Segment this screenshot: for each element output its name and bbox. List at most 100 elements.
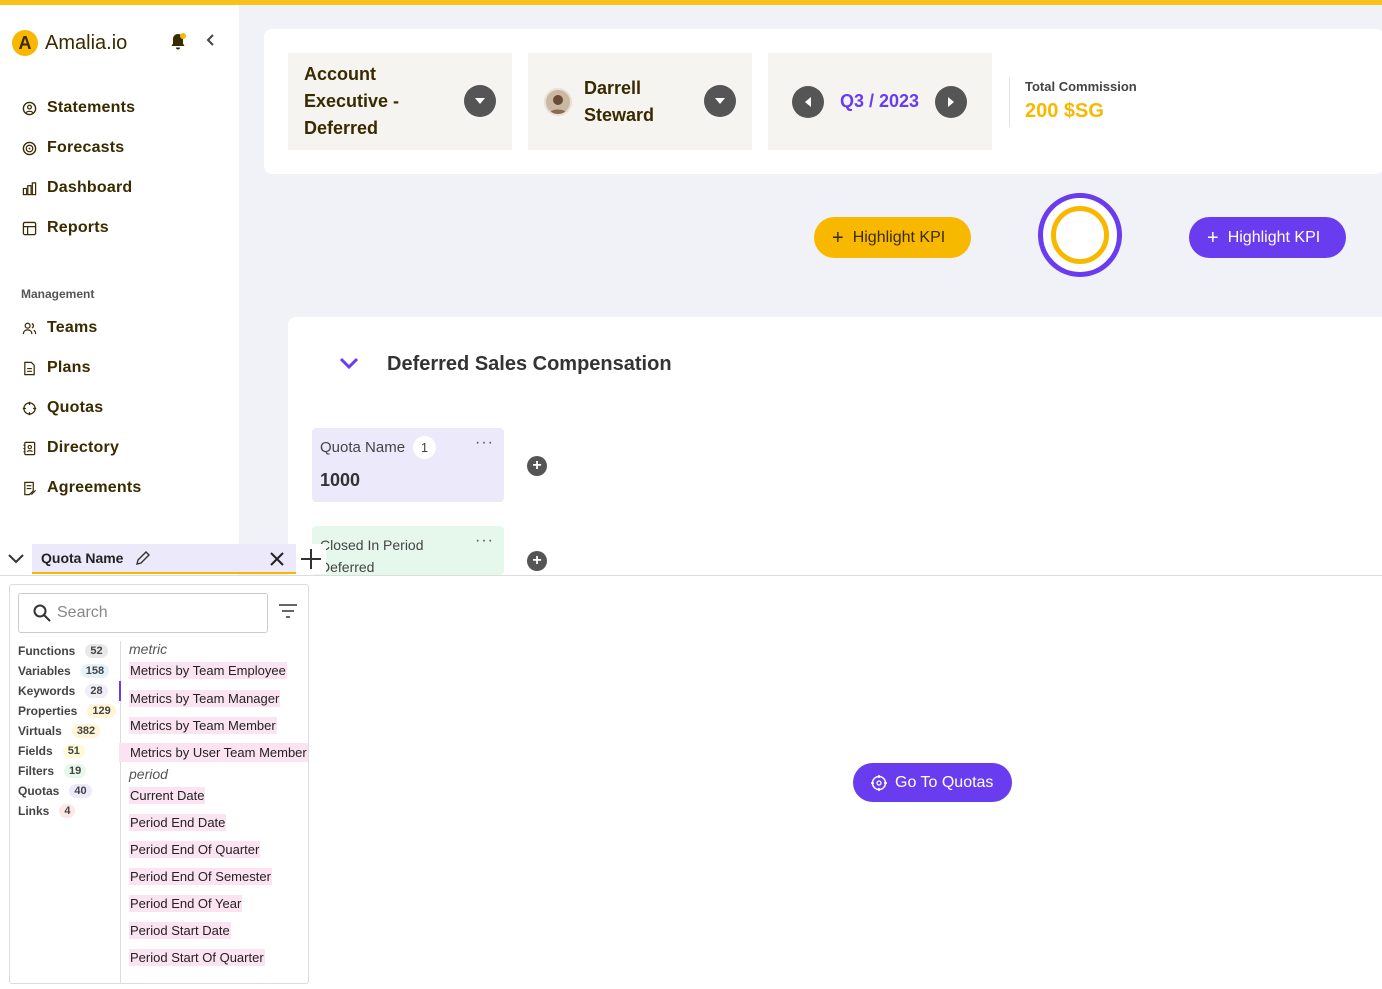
section-title: Deferred Sales Compensation <box>387 353 672 375</box>
category-count: 4 <box>59 804 76 818</box>
dashboard-icon <box>21 180 37 196</box>
search-input[interactable] <box>57 604 257 622</box>
search-field[interactable] <box>18 593 268 633</box>
sidebar-item-teams[interactable]: Teams <box>21 316 98 340</box>
add-tab-button[interactable] <box>296 544 326 574</box>
statement-header: Account Executive - Deferred Darrell Ste… <box>264 29 1382 174</box>
sidebar-item-label: Teams <box>47 319 98 336</box>
list-item[interactable]: Period End Of Semester <box>129 867 308 886</box>
highlight-kpi-button-yellow[interactable]: + Highlight KPI <box>814 217 971 258</box>
go-to-quotas-label: Go To Quotas <box>895 773 994 791</box>
more-options-icon[interactable]: ··· <box>475 532 494 550</box>
sidebar-item-agreements[interactable]: Agreements <box>21 476 141 500</box>
kpi-card-closed-in-period[interactable]: Closed In Period Deferred ··· <box>312 526 504 575</box>
list-item[interactable]: Metrics by Team Member <box>129 716 308 735</box>
app-logo[interactable]: A Amalia.io <box>12 30 127 56</box>
collapse-section-icon[interactable] <box>338 355 360 371</box>
chevron-down-icon <box>8 554 24 564</box>
quotas-icon <box>871 774 887 791</box>
category-list: Functions 52 Variables 158 Keywords 28 Prop… <box>18 641 116 821</box>
sidebar-item-label: Statements <box>47 99 136 116</box>
category-count: 129 <box>87 704 116 718</box>
period-selector: Q3 / 2023 <box>768 53 992 150</box>
tab-quota-name[interactable]: Quota Name <box>32 544 296 574</box>
sidebar-item-plans[interactable]: Plans <box>21 356 91 380</box>
forecast-icon <box>21 140 37 156</box>
token-list: metric Metrics by Team Employee Metrics … <box>119 641 308 972</box>
category-count: 40 <box>69 784 92 798</box>
pencil-icon[interactable] <box>135 550 151 566</box>
sidebar-item-label: Agreements <box>47 479 142 496</box>
category-properties[interactable]: Properties 129 <box>18 701 116 721</box>
list-item[interactable]: Metrics by User Team Member <box>119 743 308 762</box>
plan-selector[interactable]: Account Executive - Deferred <box>288 53 512 150</box>
bell-icon[interactable] <box>170 33 186 51</box>
category-virtuals[interactable]: Virtuals 382 <box>18 721 116 741</box>
sidebar-item-dashboard[interactable]: Dashboard <box>21 176 132 200</box>
category-count: 51 <box>62 744 85 758</box>
plus-icon: + <box>1207 226 1219 249</box>
period-label: Q3 / 2023 <box>840 91 920 111</box>
plus-icon <box>301 549 321 569</box>
next-period-button[interactable] <box>935 85 968 118</box>
avatar <box>544 87 572 116</box>
category-filters[interactable]: Filters 19 <box>18 761 116 781</box>
previous-period-button[interactable] <box>792 85 824 118</box>
sidebar-item-reports[interactable]: Reports <box>21 216 109 240</box>
add-kpi-button[interactable]: + <box>527 551 547 571</box>
sidebar-item-forecasts[interactable]: Forecasts <box>21 136 124 160</box>
category-links[interactable]: Links 4 <box>18 801 116 821</box>
chevron-down-icon <box>715 98 725 104</box>
chevron-left-icon <box>805 96 811 107</box>
list-item[interactable]: Metrics by Team Manager <box>129 689 308 708</box>
kpi-title: Quota Name <box>320 439 406 456</box>
category-count: 19 <box>64 764 87 778</box>
chevron-right-icon <box>948 96 955 107</box>
kpi-value: 1000 <box>320 470 361 490</box>
plans-icon <box>21 360 37 376</box>
logo-badge: A <box>12 30 38 56</box>
go-to-quotas-button[interactable]: Go To Quotas <box>853 763 1012 802</box>
category-functions[interactable]: Functions 52 <box>18 641 116 661</box>
category-fields[interactable]: Fields 51 <box>18 741 116 761</box>
sidebar-item-statements[interactable]: Statements <box>21 96 135 120</box>
sidebar-item-label: Reports <box>47 219 109 236</box>
user-selector[interactable]: Darrell Steward <box>528 53 752 150</box>
agreements-icon <box>21 480 37 496</box>
list-item[interactable]: Current Date <box>129 786 308 805</box>
add-kpi-button[interactable]: + <box>527 456 547 476</box>
plus-icon: + <box>832 226 844 249</box>
sidebar-item-label: Plans <box>47 359 91 376</box>
highlight-kpi-button-purple[interactable]: + Highlight KPI <box>1189 217 1346 258</box>
category-keywords[interactable]: Keywords 28 <box>18 681 116 701</box>
sidebar-item-directory[interactable]: Directory <box>21 436 119 460</box>
plan-dropdown-button[interactable] <box>464 85 496 117</box>
app-name: Amalia.io <box>45 31 128 54</box>
chevron-down-icon <box>475 98 485 104</box>
toggle-editor-button[interactable] <box>0 543 32 575</box>
search-icon <box>33 604 51 622</box>
category-variables[interactable]: Variables 158 <box>18 661 116 681</box>
filter-icon[interactable] <box>278 603 298 619</box>
list-item[interactable]: Period End Date <box>129 813 308 832</box>
loading-ring <box>1038 193 1122 277</box>
sidebar-item-quotas[interactable]: Quotas <box>21 396 103 420</box>
plan-name: Account Executive - Deferred <box>304 64 400 138</box>
user-dropdown-button[interactable] <box>704 85 736 117</box>
list-item[interactable]: Period End Of Quarter <box>129 840 308 859</box>
editor-tabs: Quota Name <box>0 543 326 575</box>
kpi-card-quota[interactable]: Quota Name 1 ··· 1000 <box>312 428 504 502</box>
list-item[interactable]: Period End Of Year <box>129 894 308 913</box>
total-commission-label: Total Commission <box>1025 79 1137 94</box>
category-quotas[interactable]: Quotas 40 <box>18 781 116 801</box>
list-item[interactable]: Period Start Date <box>129 921 308 940</box>
list-item[interactable]: Period Start Of Quarter <box>129 948 308 967</box>
list-item[interactable]: Metrics by Team Employee <box>129 661 308 680</box>
close-icon[interactable] <box>268 550 286 568</box>
sidebar-item-label: Quotas <box>47 399 104 416</box>
group-title: period <box>129 766 168 782</box>
more-options-icon[interactable]: ··· <box>475 434 494 452</box>
sidebar-item-label: Forecasts <box>47 139 125 156</box>
kpi-title: Closed In Period Deferred <box>320 537 424 575</box>
collapse-sidebar-icon[interactable] <box>203 32 219 48</box>
